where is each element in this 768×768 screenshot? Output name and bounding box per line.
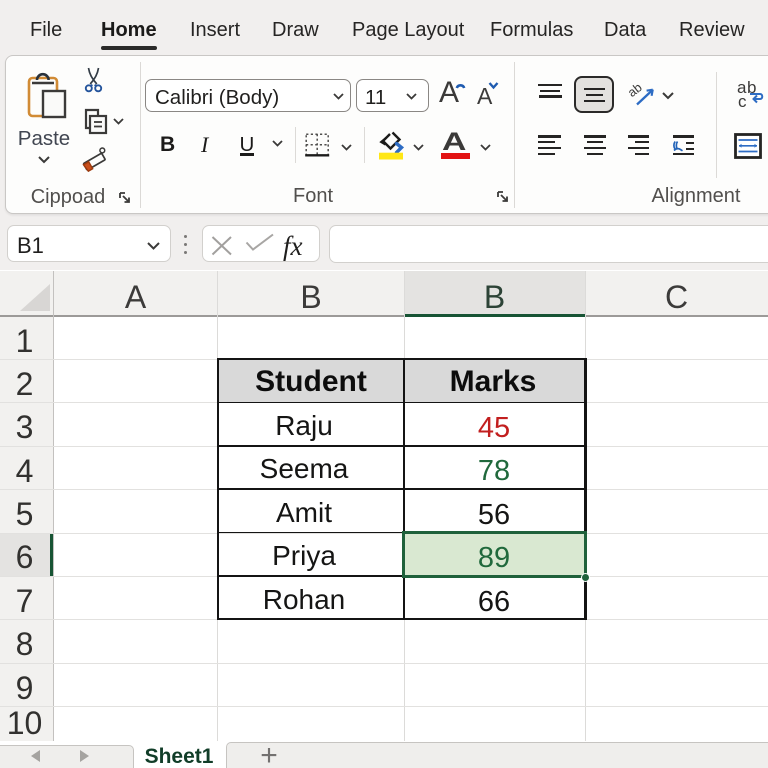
svg-text:ab: ab xyxy=(629,82,645,100)
